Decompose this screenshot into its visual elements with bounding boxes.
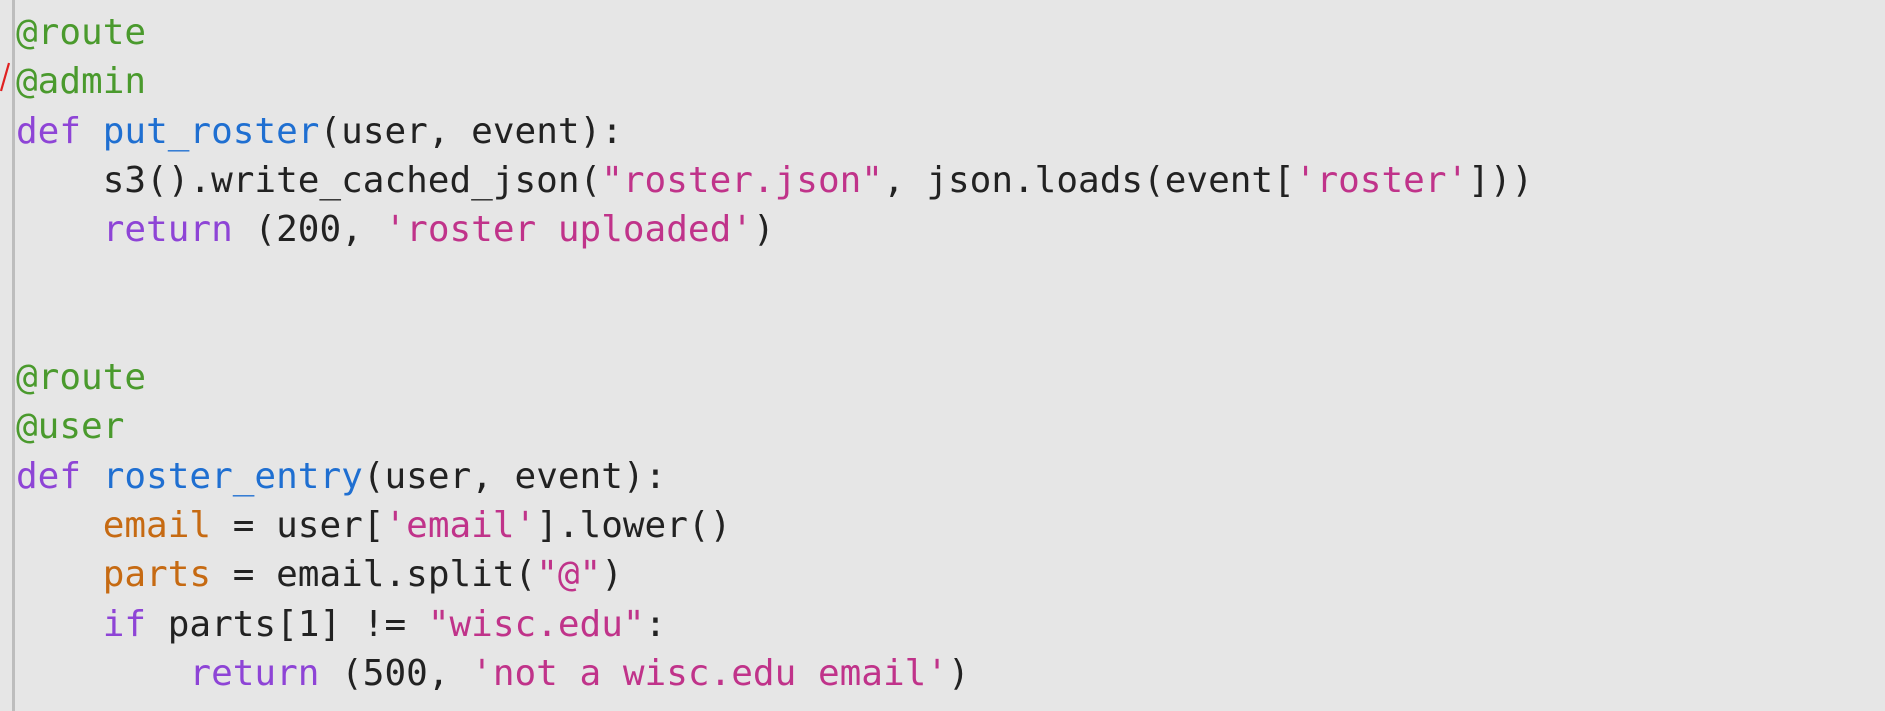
code-token-default: (200, xyxy=(232,209,385,251)
code-token-default: = email.split( xyxy=(211,554,537,596)
code-token-default xyxy=(16,505,103,546)
code-token-default: ) xyxy=(601,554,623,596)
code-token-default: parts[1] != xyxy=(146,603,428,645)
code-token-string: 'email' xyxy=(384,504,537,546)
code-line: def put_roster(user, event): xyxy=(16,107,1533,156)
code-token-variable: email xyxy=(102,504,212,546)
code-token-default: ) xyxy=(947,652,970,694)
code-token-function-name: put_roster xyxy=(102,110,320,152)
code-token-default: , json.loads(event[ xyxy=(882,159,1295,201)
code-token-default xyxy=(16,653,189,694)
code-line: @route xyxy=(16,8,1533,57)
code-token-decorator: @admin xyxy=(16,61,147,103)
code-token-default xyxy=(16,209,103,250)
code-token-default: = user[ xyxy=(211,504,385,546)
code-token-string: "roster.json" xyxy=(601,159,883,201)
code-line: @route xyxy=(16,353,1533,402)
code-token-keyword: return xyxy=(102,209,233,251)
code-token-keyword: return xyxy=(189,652,320,694)
code-line: return (200, 'roster uploaded') xyxy=(16,205,1533,254)
code-token-variable: parts xyxy=(102,554,212,596)
code-line: s3().write_cached_json("roster.json", js… xyxy=(16,156,1534,205)
code-token-default: ])) xyxy=(1468,159,1534,201)
code-token-default xyxy=(16,554,103,595)
code-line: email = user['email'].lower() xyxy=(16,501,1533,550)
code-token-keyword: def xyxy=(16,110,82,152)
code-token-default xyxy=(81,111,103,152)
code-line: return (500, 'not a wisc.edu email') xyxy=(16,649,1533,698)
code-line: parts = email.split("@") xyxy=(16,550,1533,599)
code-token-default: (user, event): xyxy=(319,110,623,152)
code-token-default: ) xyxy=(752,209,775,251)
code-token-string: "@" xyxy=(536,554,602,596)
code-token-string: "wisc.edu" xyxy=(427,603,645,645)
code-token-default: (500, xyxy=(319,652,472,694)
annotation-mark xyxy=(0,62,10,92)
code-token-function-name: roster_entry xyxy=(102,455,363,497)
code-token-keyword: if xyxy=(102,603,147,645)
code-token-decorator: @user xyxy=(16,406,125,448)
code-block: @route @admin def put_roster(user, event):… xyxy=(16,8,1533,698)
code-token-string: 'roster' xyxy=(1294,159,1469,201)
code-token-string: 'not a wisc.edu email' xyxy=(471,652,948,694)
code-line: if parts[1] != "wisc.edu": xyxy=(16,600,1533,649)
code-line: def roster_entry(user, event): xyxy=(16,452,1533,501)
code-line: @admin xyxy=(16,57,1533,106)
code-token-decorator: @route xyxy=(16,357,147,399)
code-token-default xyxy=(16,604,103,645)
code-line: @user xyxy=(16,402,1533,451)
code-token-default: s3().write_cached_json( xyxy=(16,159,602,201)
code-token-default: (user, event): xyxy=(362,455,667,497)
editor-left-border xyxy=(12,0,15,711)
code-token-string: 'roster uploaded' xyxy=(384,209,753,251)
code-token-keyword: def xyxy=(16,455,82,497)
code-editor-pane: @route @admin def put_roster(user, event):… xyxy=(0,0,1885,711)
code-token-default xyxy=(81,456,103,497)
code-token-default: ].lower() xyxy=(536,504,732,546)
code-token-decorator: @route xyxy=(16,12,147,53)
code-token-default: : xyxy=(644,603,667,645)
